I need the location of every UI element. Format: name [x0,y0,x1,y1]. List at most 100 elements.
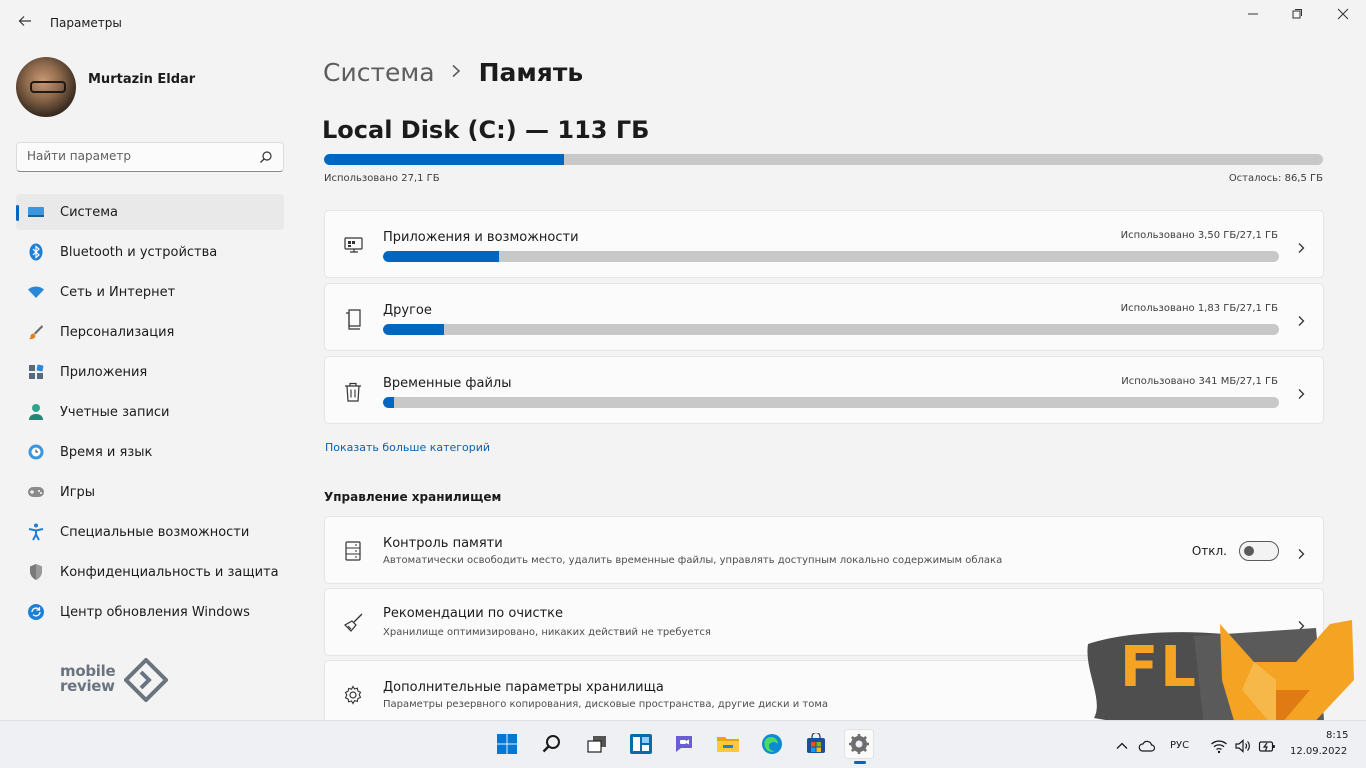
task-view-button[interactable] [582,729,612,759]
advanced-storage-desc: Параметры резервного копирования, дисков… [383,699,828,710]
folder-icon [717,737,739,752]
start-button[interactable] [492,729,522,759]
task-view-icon [587,736,606,753]
category-card-other[interactable]: Другое Использовано 1,83 ГБ/27,1 ГБ [324,283,1324,351]
sidebar-item-privacy[interactable]: Конфиденциальность и защита [16,554,284,590]
chevron-up-icon[interactable] [1114,738,1130,754]
category-label: Приложения и возможности [383,230,579,245]
disk-usage-fill [324,154,564,165]
storage-sense-label: Контроль памяти [383,536,503,551]
sidebar-item-bluetooth[interactable]: Bluetooth и устройства [16,234,284,270]
apps-icon [26,362,46,382]
close-button[interactable] [1332,8,1354,26]
sidebar-item-time-language[interactable]: Время и язык [16,434,284,470]
sidebar-item-system[interactable]: Система [16,194,284,230]
onedrive-cloud-icon[interactable] [1138,738,1156,754]
battery-charging-icon[interactable] [1258,738,1275,754]
taskbar-search-button[interactable] [537,729,567,759]
chat-icon [676,736,692,752]
sidebar-item-accessibility[interactable]: Специальные возможности [16,514,284,550]
category-label: Другое [383,303,432,318]
avatar[interactable] [16,57,76,117]
chat-button[interactable] [669,729,699,759]
breadcrumb-chevron-icon [451,62,461,83]
store-button[interactable] [801,729,831,759]
search-icon [542,735,560,753]
maximize-button[interactable] [1286,8,1308,26]
storage-sense-toggle-label: Откл. [1191,544,1227,558]
wifi-status-icon[interactable] [1210,738,1227,754]
sidebar-item-apps[interactable]: Приложения [16,354,284,390]
storage-sense-toggle[interactable] [1239,541,1279,561]
storage-sense-icon [343,540,365,562]
sidebar-item-accounts[interactable]: Учетные записи [16,394,284,430]
widgets-button[interactable] [626,729,656,759]
sidebar-item-gaming[interactable]: Игры [16,474,284,510]
settings-gear-icon [849,734,869,754]
title-bar: Параметры [0,0,1366,48]
edge-button[interactable] [757,729,787,759]
breadcrumb-parent[interactable]: Система [323,58,435,87]
disk-used-text: Использовано 27,1 ГБ [324,173,440,184]
category-card-temp[interactable]: Временные файлы Использовано 341 МБ/27,1… [324,356,1324,424]
language-indicator[interactable]: РУС [1170,740,1189,751]
back-arrow-icon[interactable] [14,12,36,34]
brush-icon [26,322,46,342]
storage-management-title: Управление хранилищем [324,490,502,504]
category-label: Временные файлы [383,376,512,391]
taskbar: РУС 8:15 12.09.2022 [0,720,1366,768]
watermark-text: FL [1120,635,1198,700]
category-value: Использовано 341 МБ/27,1 ГБ [1121,376,1278,387]
system-icon [26,202,46,222]
file-explorer-button[interactable] [713,729,743,759]
category-usage-bar [383,324,1279,335]
sidebar-nav: Система Bluetooth и устройства Сеть и Ин… [16,194,284,634]
gamepad-icon [26,482,46,502]
other-files-icon [343,308,365,330]
storage-sense-desc: Автоматически освободить место, удалить … [383,555,1003,566]
logo-diamond-icon [124,658,168,702]
disk-free-text: Осталось: 86,5 ГБ [1228,173,1323,184]
clock-date[interactable]: 12.09.2022 [1290,746,1347,757]
globe-clock-icon [26,442,46,462]
search-box[interactable] [16,142,284,172]
category-value: Использовано 1,83 ГБ/27,1 ГБ [1120,303,1278,314]
search-input[interactable] [27,149,247,163]
search-icon[interactable] [259,149,273,163]
store-icon [807,733,825,753]
user-name: Murtazin Eldar [88,72,196,87]
broom-icon [343,612,365,634]
chevron-right-icon [1295,545,1307,559]
category-card-apps[interactable]: Приложения и возможности Использовано 3,… [324,210,1324,278]
show-more-categories-link[interactable]: Показать больше категорий [325,441,490,454]
page-title: Память [478,58,584,87]
cleanup-desc: Хранилище оптимизировано, никаких действ… [383,627,711,638]
category-usage-fill [383,397,394,408]
chevron-right-icon [1295,385,1307,399]
mobile-review-logo: mobile review [60,656,180,706]
category-usage-fill [383,251,499,262]
disk-title: Local Disk (C:) — 113 ГБ [322,116,650,144]
category-usage-fill [383,324,444,335]
storage-sense-card[interactable]: Контроль памяти Автоматически освободить… [324,516,1324,584]
wifi-icon [26,282,46,302]
trash-icon [343,381,365,403]
chevron-right-icon [1295,239,1307,253]
update-icon [26,602,46,622]
category-value: Использовано 3,50 ГБ/27,1 ГБ [1120,230,1278,241]
clock-time[interactable]: 8:15 [1326,730,1348,741]
sidebar-item-network[interactable]: Сеть и Интернет [16,274,284,310]
minimize-button[interactable] [1242,8,1264,26]
logo-line-2: review [60,677,115,695]
settings-app-button[interactable] [844,729,874,764]
edge-icon [762,734,782,754]
sidebar-item-personalization[interactable]: Персонализация [16,314,284,350]
account-icon [26,402,46,422]
windows-logo-icon [497,734,517,754]
breadcrumb: Система Память [323,58,583,87]
accessibility-icon [26,522,46,542]
volume-icon[interactable] [1234,738,1250,754]
shield-icon [26,562,46,582]
disk-usage-bar [324,154,1323,165]
sidebar-item-windows-update[interactable]: Центр обновления Windows [16,594,284,630]
